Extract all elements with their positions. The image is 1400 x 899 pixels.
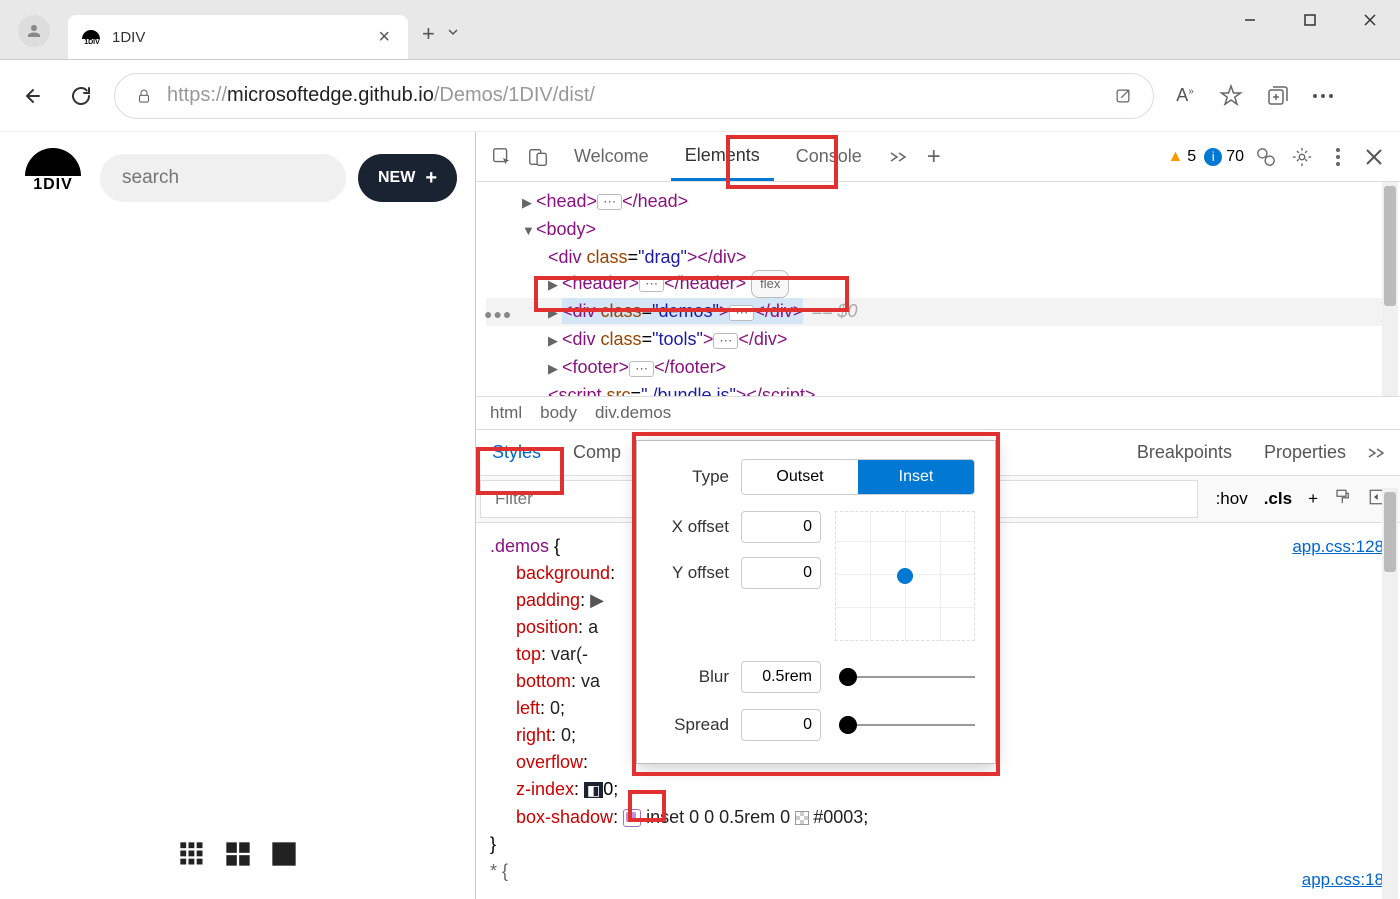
refresh-button[interactable] (66, 81, 96, 111)
tab-elements[interactable]: Elements (671, 133, 774, 181)
css-source-link-2[interactable]: app.css:18 (1302, 866, 1384, 893)
browser-tab-bar: 1DIV 1DIV × + (0, 0, 1400, 60)
window-controls (1220, 0, 1400, 40)
dom-breadcrumb[interactable]: htmlbodydiv.demos (476, 396, 1400, 429)
blur-slider[interactable] (839, 676, 975, 678)
search-input[interactable] (122, 167, 324, 189)
spread-input[interactable] (741, 709, 821, 741)
devtools-toolbar: Welcome Elements Console + ▲5 i70 (476, 132, 1400, 182)
more-icon[interactable] (1310, 83, 1336, 109)
tab-close-icon[interactable]: × (374, 26, 394, 49)
address-bar: https://microsoftedge.github.io/Demos/1D… (0, 60, 1400, 132)
tab-breakpoints[interactable]: Breakpoints (1121, 430, 1248, 475)
inspect-icon[interactable] (488, 143, 516, 171)
grid-large-icon[interactable] (224, 840, 252, 868)
window-close-button[interactable] (1340, 0, 1400, 40)
collections-icon[interactable] (1264, 83, 1290, 109)
offset-handle[interactable] (897, 568, 913, 584)
device-toggle-icon[interactable] (524, 143, 552, 171)
tab-properties[interactable]: Properties (1248, 430, 1362, 475)
external-link-icon[interactable] (1113, 86, 1133, 106)
blur-label: Blur (657, 667, 729, 687)
tab-list-chevron-icon[interactable] (445, 24, 461, 45)
y-offset-label: Y offset (657, 563, 729, 583)
inset-button[interactable]: Inset (858, 460, 974, 494)
blur-input[interactable] (741, 661, 821, 693)
browser-tab[interactable]: 1DIV 1DIV × (68, 15, 408, 59)
more-styles-tabs-icon[interactable] (1362, 439, 1390, 467)
plus-icon: + (425, 167, 437, 190)
close-devtools-icon[interactable] (1360, 143, 1388, 171)
new-tab-icon[interactable]: + (422, 21, 435, 47)
tab-computed[interactable]: Comp (557, 430, 637, 475)
shadow-swatch-icon[interactable] (623, 809, 641, 827)
favorites-icon[interactable] (1218, 83, 1244, 109)
new-button[interactable]: NEW + (358, 154, 457, 202)
minimize-button[interactable] (1220, 0, 1280, 40)
tab-console[interactable]: Console (782, 134, 876, 179)
offset-canvas[interactable] (835, 511, 975, 641)
kebab-icon[interactable] (1324, 143, 1352, 171)
type-label: Type (657, 467, 729, 487)
profile-avatar[interactable] (18, 15, 50, 47)
spread-label: Spread (657, 715, 729, 735)
x-offset-label: X offset (657, 517, 729, 537)
single-view-icon[interactable] (270, 840, 298, 868)
settings-icon[interactable] (1288, 143, 1316, 171)
search-input-wrapper[interactable] (100, 154, 346, 202)
new-rule-icon[interactable]: + (1308, 489, 1318, 509)
dom-tree[interactable]: ▶<head>⋯</head> ▼<body> <div class="drag… (476, 182, 1400, 396)
page-logo: 1DIV (18, 148, 88, 208)
box-shadow-editor: Type Outset Inset X offset Y offset Blur… (636, 440, 996, 764)
info-badge[interactable]: i70 (1204, 148, 1244, 166)
tab-favicon: 1DIV (82, 27, 102, 47)
spread-slider[interactable] (839, 724, 975, 726)
tab-welcome[interactable]: Welcome (560, 134, 663, 179)
maximize-button[interactable] (1280, 0, 1340, 40)
y-offset-input[interactable] (741, 557, 821, 589)
selected-dom-node[interactable]: ●●●▶<div class="demos">⋯</div>== $0 (486, 298, 1390, 326)
back-button[interactable] (18, 81, 48, 111)
warnings-badge[interactable]: ▲5 (1167, 148, 1196, 166)
grid-small-icon[interactable] (178, 840, 206, 868)
page-content: 1DIV NEW + (0, 132, 476, 899)
cls-toggle[interactable]: .cls (1264, 489, 1292, 509)
type-toggle: Outset Inset (741, 459, 975, 495)
tab-title: 1DIV (112, 29, 364, 46)
hov-toggle[interactable]: :hov (1216, 489, 1248, 509)
lock-icon (135, 87, 153, 105)
tab-styles[interactable]: Styles (476, 430, 557, 475)
view-switcher (0, 809, 475, 899)
color-swatch-icon[interactable] (795, 811, 809, 825)
url-text: https://microsoftedge.github.io/Demos/1D… (167, 84, 1099, 107)
url-field[interactable]: https://microsoftedge.github.io/Demos/1D… (114, 73, 1154, 119)
read-aloud-icon[interactable]: A» (1172, 83, 1198, 109)
more-tabs-icon[interactable] (884, 143, 912, 171)
x-offset-input[interactable] (741, 511, 821, 543)
add-tab-icon[interactable]: + (920, 143, 948, 171)
issues-icon[interactable] (1252, 143, 1280, 171)
paint-icon[interactable] (1334, 488, 1352, 511)
css-source-link[interactable]: app.css:128 (1292, 533, 1384, 560)
outset-button[interactable]: Outset (742, 460, 858, 494)
